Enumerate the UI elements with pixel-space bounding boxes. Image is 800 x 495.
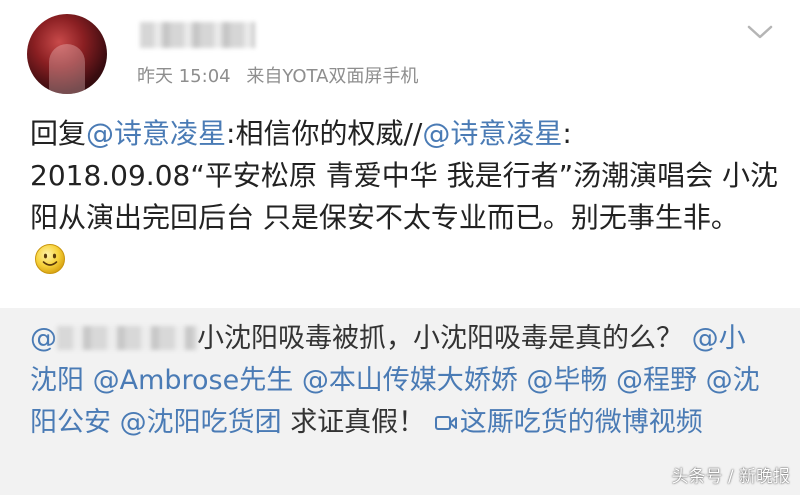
post-source: 来自YOTA双面屏手机 [246, 66, 419, 87]
post-text: : [562, 117, 572, 150]
mention-link[interactable]: @沈阳吃货团 [120, 407, 282, 438]
post-time: 昨天 15:04 [137, 66, 231, 87]
repost-text: @ 小沈阳吸毒被抓，小沈阳吸毒是真的么？ @小沈阳 @Ambrose先生 @本山传… [30, 318, 770, 444]
mention-link[interactable]: @毕畅 [526, 365, 607, 396]
watermark: 头条号 / 新晚报 [671, 467, 790, 487]
mention-link[interactable]: @ [30, 323, 57, 354]
repost-suffix: 求证真假！ [290, 407, 426, 438]
video-link[interactable]: 这厮吃货的微博视频 [434, 407, 703, 438]
weibo-post: 昨天 15:04 来自YOTA双面屏手机 回复@诗意凌星:相信你的权威//@诗意… [0, 0, 800, 495]
mention-link[interactable]: @Ambrose先生 [93, 365, 294, 396]
mention-link[interactable]: @本山传媒大娇娇 [302, 365, 518, 396]
reply-prefix: 回复 [30, 117, 87, 150]
repost-body: 小沈阳吸毒被抓，小沈阳吸毒是真的么？ [197, 323, 683, 354]
chevron-down-icon[interactable] [743, 22, 777, 42]
mention-link[interactable]: @程野 [616, 365, 697, 396]
smiley-icon [35, 244, 65, 274]
mention-link[interactable]: @诗意凌星 [422, 117, 562, 150]
post-meta: 昨天 15:04 来自YOTA双面屏手机 [137, 62, 428, 88]
post-header: 昨天 15:04 来自YOTA双面屏手机 [0, 0, 800, 110]
post-body: 回复@诗意凌星:相信你的权威//@诗意凌星: 2018.09.08“平安松原 青爱… [30, 113, 780, 281]
repost-user-blurred[interactable] [57, 326, 197, 350]
video-icon [434, 416, 457, 430]
post-text: 2018.09.08“平安松原 青爱中华 我是行者”汤潮演唱会 小沈阳从演出完回… [30, 159, 779, 234]
username-blurred[interactable] [140, 22, 255, 48]
video-link-label: 这厮吃货的微博视频 [459, 407, 703, 438]
avatar[interactable] [27, 14, 107, 94]
mention-link[interactable]: @诗意凌星 [86, 117, 226, 150]
post-text: :相信你的权威// [226, 117, 423, 150]
